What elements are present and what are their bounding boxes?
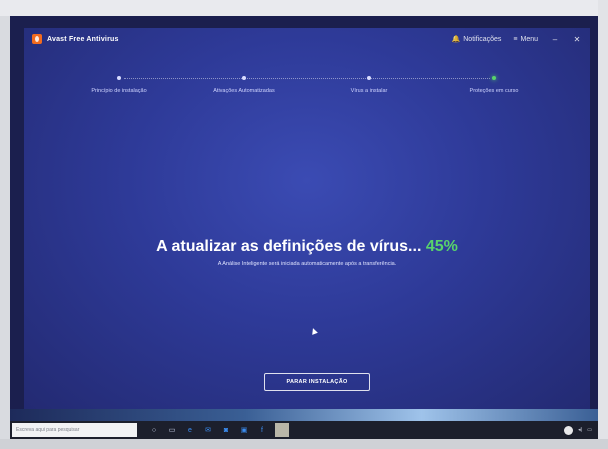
store-icon[interactable]: ▣ (239, 425, 249, 435)
step-1: Princípio de instalação (64, 74, 174, 95)
task-view-icon[interactable]: ▭ (167, 425, 177, 435)
step-dot (117, 76, 121, 80)
mail-icon[interactable]: ✉ (203, 425, 213, 435)
update-status: A atualizar as definições de vírus... 45… (24, 238, 590, 256)
avast-icon[interactable] (275, 423, 289, 437)
edge-icon[interactable]: e (185, 425, 195, 435)
avast-logo-icon (32, 34, 42, 44)
notifications-label: Notificações (463, 35, 502, 43)
mouse-cursor-icon (310, 327, 318, 335)
notifications-button[interactable]: 🔔 Notificações (451, 35, 502, 44)
step-label: Vírus a instalar (350, 88, 388, 94)
minimize-button[interactable]: – (550, 35, 560, 44)
camera-icon[interactable]: ◙ (221, 425, 231, 435)
progress-percent: 45% (425, 238, 458, 255)
step-dot-active (492, 76, 496, 80)
windows-taskbar: Escreva aqui para pesquisar ○ ▭ e ✉ ◙ ▣ … (10, 421, 598, 439)
avast-installer-window: Avast Free Antivirus 🔔 Notificações ≡ Me… (24, 28, 590, 409)
hamburger-icon: ≡ (513, 35, 518, 43)
step-dot (242, 76, 246, 80)
title-bar: Avast Free Antivirus 🔔 Notificações ≡ Me… (24, 28, 590, 50)
progress-steps: Princípio de instalação Ativações Automa… (64, 74, 550, 124)
step-3: Vírus a instalar (314, 74, 424, 95)
network-icon[interactable] (564, 425, 574, 435)
monitor-screen: Avast Free Antivirus 🔔 Notificações ≡ Me… (10, 16, 598, 439)
facebook-icon[interactable]: f (257, 425, 267, 435)
step-dot (367, 76, 371, 80)
close-button[interactable]: ✕ (572, 35, 582, 44)
system-tray: ◂) ▭ (564, 425, 598, 435)
bell-icon: 🔔 (451, 36, 461, 43)
steps-connector (124, 78, 490, 79)
step-2: Ativações Automatizadas (189, 74, 299, 95)
taskbar-search-input[interactable]: Escreva aqui para pesquisar (12, 423, 137, 437)
step-label: Proteções em curso (469, 88, 519, 94)
status-subtext: A Análise Inteligente será iniciada auto… (217, 261, 397, 267)
volume-icon[interactable]: ◂) (578, 427, 582, 433)
step-label: Ativações Automatizadas (213, 88, 275, 94)
desktop-wallpaper (10, 409, 598, 421)
step-label: Princípio de instalação (91, 88, 147, 94)
photo-frame-right (598, 0, 608, 449)
stop-installation-button[interactable]: PARAR INSTALAÇÃO (264, 373, 370, 391)
menu-button[interactable]: ≡ Menu (513, 36, 538, 43)
menu-label: Menu (520, 35, 538, 43)
status-text: A atualizar as definições de vírus... (156, 238, 422, 255)
photo-frame-bottom (0, 439, 608, 449)
app-title: Avast Free Antivirus (47, 35, 119, 43)
cortana-icon[interactable]: ○ (149, 425, 159, 435)
battery-icon[interactable]: ▭ (587, 427, 592, 433)
step-4: Proteções em curso (439, 74, 549, 95)
photo-frame-top (0, 0, 608, 16)
